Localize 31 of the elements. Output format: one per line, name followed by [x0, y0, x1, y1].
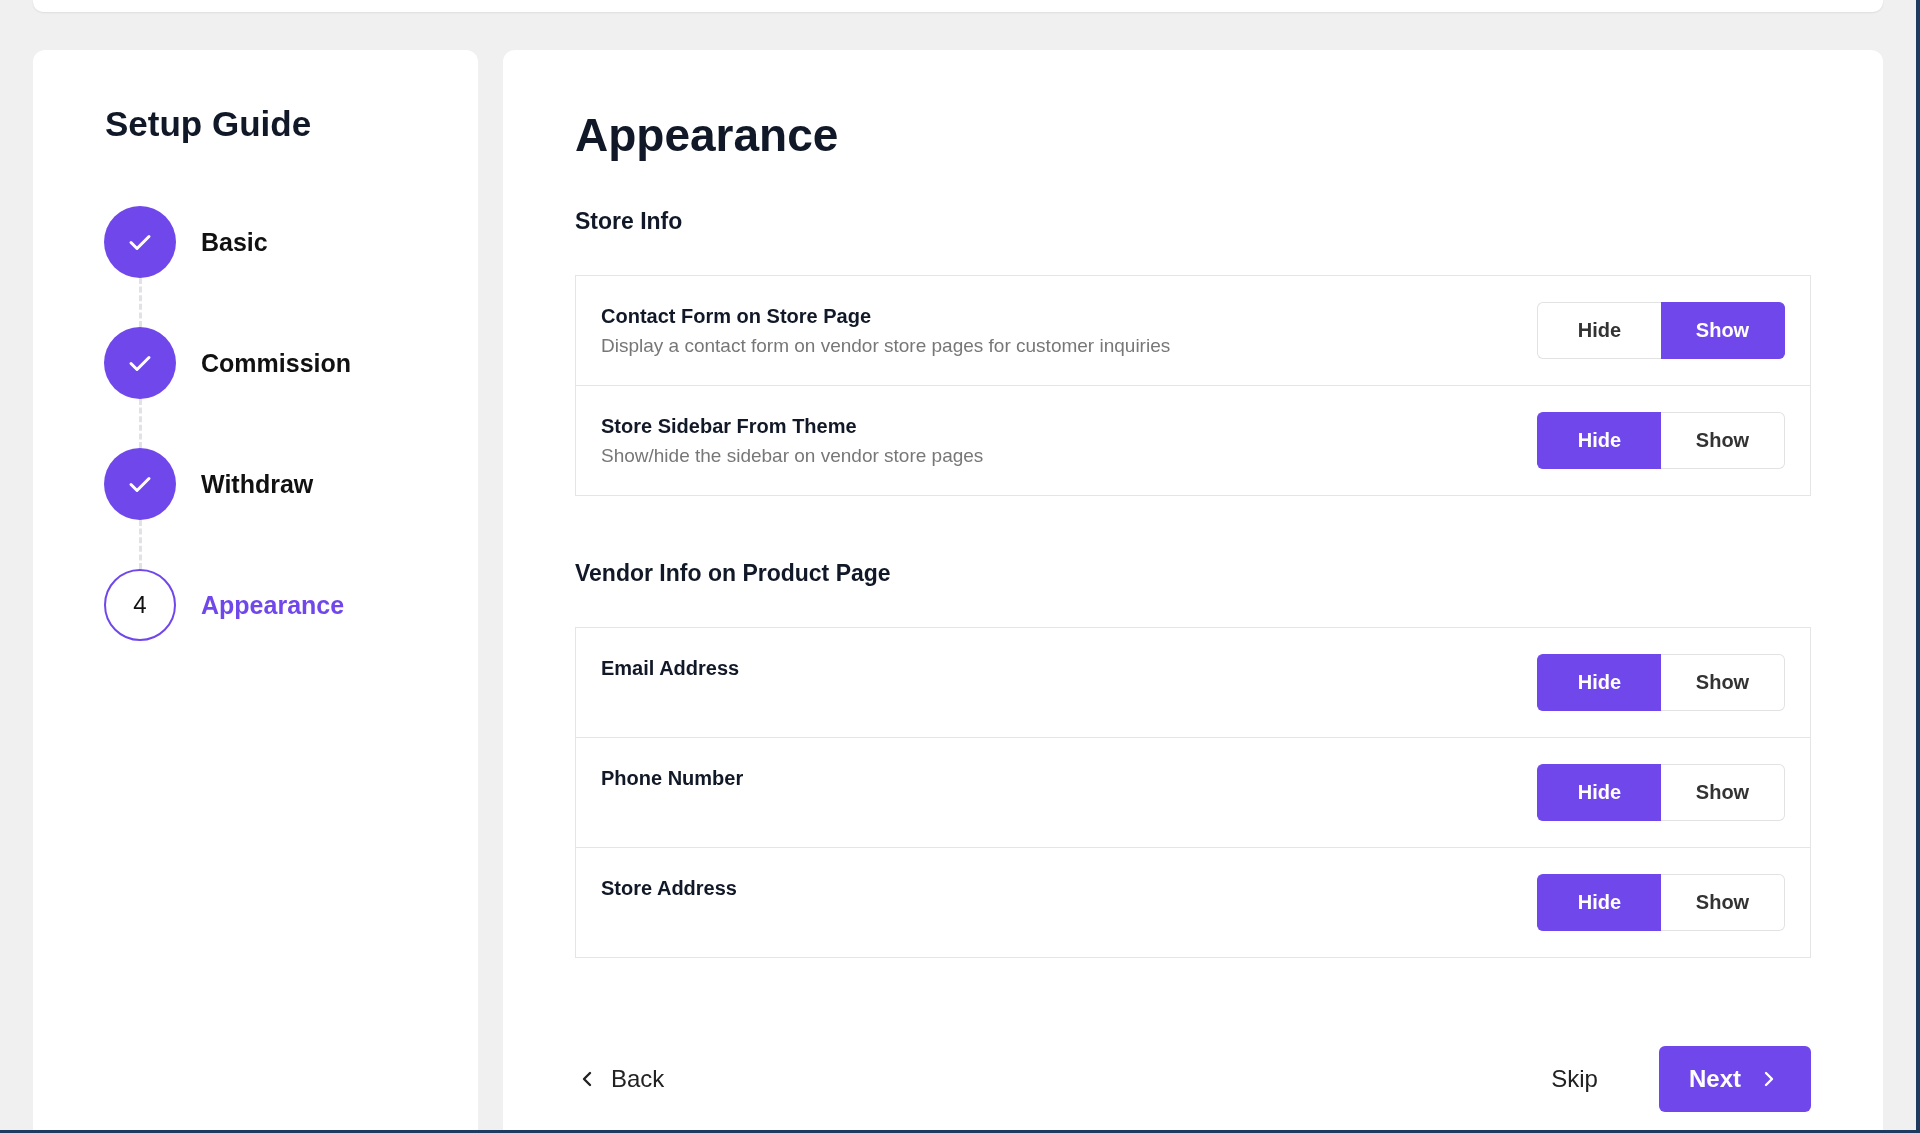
chevron-left-icon — [581, 1070, 593, 1088]
toggle-option[interactable]: Show — [1661, 302, 1785, 359]
section-heading: Vendor Info on Product Page — [575, 560, 892, 587]
chevron-right-icon — [1763, 1070, 1775, 1088]
setting-description: Display a contact form on vendor store pages for customer inquiries — [601, 335, 1171, 357]
step-number: 4 — [104, 569, 176, 641]
setting-title: Email Address — [601, 657, 740, 680]
step-label[interactable]: Basic — [201, 227, 268, 257]
setting-title: Store Sidebar From Theme — [601, 415, 858, 438]
back-button[interactable]: Back — [575, 1057, 671, 1101]
toggle-option[interactable]: Hide — [1537, 412, 1661, 469]
toggle-option[interactable]: Show — [1661, 412, 1785, 469]
sidebar-title: Setup Guide — [105, 104, 313, 144]
toggle-option[interactable]: Hide — [1537, 654, 1661, 711]
page-title: Appearance — [575, 108, 840, 162]
section-heading: Store Info — [575, 208, 684, 235]
next-button[interactable]: Next — [1658, 1046, 1811, 1112]
skip-button[interactable]: Skip — [1545, 1057, 1604, 1101]
step-label[interactable]: Withdraw — [201, 469, 314, 499]
toggle-option[interactable]: Hide — [1537, 764, 1661, 821]
toggle-option[interactable]: Show — [1661, 654, 1785, 711]
setting-title: Store Address — [601, 877, 737, 900]
toggle-option[interactable]: Show — [1661, 874, 1785, 931]
step-label[interactable]: Commission — [201, 348, 352, 378]
setting-title: Phone Number — [601, 767, 744, 790]
toggle-option[interactable]: Hide — [1537, 302, 1661, 359]
toggle-option[interactable]: Hide — [1537, 874, 1661, 931]
setting-description: Show/hide the sidebar on vendor store pages — [601, 445, 984, 467]
toggle-option[interactable]: Show — [1661, 764, 1785, 821]
step-label[interactable]: Appearance — [201, 590, 345, 620]
setting-title: Contact Form on Store Page — [601, 305, 873, 328]
